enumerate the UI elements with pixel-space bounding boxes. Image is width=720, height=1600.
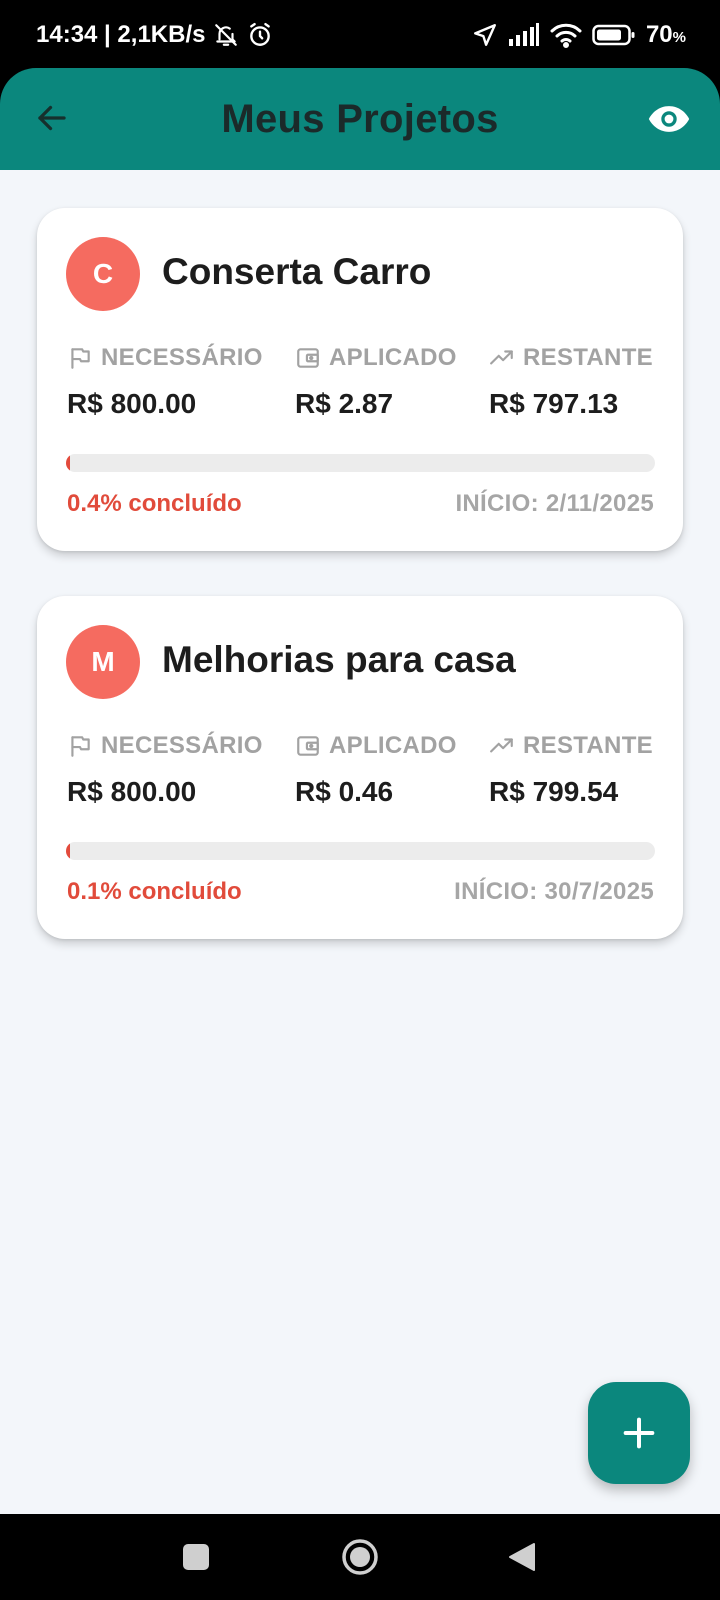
battery-text: 70% — [646, 21, 686, 49]
stat-label: RESTANTE — [523, 732, 653, 759]
battery-icon — [592, 23, 636, 47]
project-card[interactable]: C Conserta Carro NECESSÁRIO R$ 800.00 AP… — [37, 208, 683, 551]
stat-remaining: RESTANTE R$ 799.54 — [489, 732, 653, 808]
status-left: 14:34 | 2,1KB/s — [36, 21, 273, 49]
page-title: Meus Projetos — [221, 96, 499, 141]
remaining-value: R$ 799.54 — [489, 776, 619, 807]
home-button[interactable] — [334, 1514, 386, 1600]
project-name: Melhorias para casa — [162, 639, 516, 680]
stat-label: NECESSÁRIO — [101, 732, 263, 759]
stat-label: NECESSÁRIO — [101, 344, 263, 371]
alarm-icon — [247, 22, 273, 48]
battery-percent: 70 — [645, 21, 673, 48]
progress-fill — [66, 842, 70, 860]
signal-icon — [508, 23, 540, 47]
stat-label: APLICADO — [329, 344, 457, 371]
project-card[interactable]: M Melhorias para casa NECESSÁRIO R$ 800.… — [37, 596, 683, 939]
eye-icon — [648, 106, 690, 132]
status-time-speed: 14:34 | 2,1KB/s — [36, 21, 206, 48]
back-nav-button[interactable] — [496, 1514, 548, 1600]
stat-required: NECESSÁRIO R$ 800.00 — [67, 344, 263, 420]
stat-required-label-row: NECESSÁRIO — [67, 344, 263, 372]
wallet-icon — [297, 736, 319, 756]
add-project-button[interactable] — [588, 1382, 690, 1484]
stat-applied: APLICADO R$ 0.46 — [295, 732, 457, 808]
start-date: INÍCIO: 30/7/2025 — [454, 878, 654, 905]
applied-value: R$ 0.46 — [295, 776, 394, 807]
start-date: INÍCIO: 2/11/2025 — [455, 490, 654, 517]
bell-off-icon — [213, 22, 239, 48]
stat-remaining: RESTANTE R$ 797.13 — [489, 344, 653, 420]
status-right: 70% — [472, 21, 686, 49]
recent-apps-button[interactable] — [170, 1514, 222, 1600]
stat-required-label-row: NECESSÁRIO — [67, 732, 263, 760]
wallet-icon — [297, 348, 319, 368]
trending-up-icon — [490, 350, 513, 365]
system-nav-bar — [0, 1514, 720, 1600]
avatar: C — [66, 237, 140, 311]
circle-icon — [342, 1539, 378, 1575]
location-arrow-icon — [472, 22, 498, 48]
required-value: R$ 800.00 — [67, 776, 197, 807]
progress-bar — [66, 842, 655, 860]
flag-icon — [71, 348, 90, 369]
projects-list: C Conserta Carro NECESSÁRIO R$ 800.00 AP… — [0, 170, 720, 1514]
stat-applied-label-row: APLICADO — [295, 344, 457, 372]
app-bar: Meus Projetos — [0, 68, 720, 170]
square-icon — [183, 1544, 209, 1570]
stat-label: APLICADO — [329, 732, 457, 759]
back-button[interactable] — [30, 96, 74, 140]
progress-bar — [66, 454, 655, 472]
plus-icon — [623, 1417, 655, 1449]
arrow-left-icon — [38, 105, 66, 131]
stat-required: NECESSÁRIO R$ 800.00 — [67, 732, 263, 808]
trending-up-icon — [490, 738, 513, 753]
triangle-back-icon — [509, 1543, 535, 1571]
progress-fill — [66, 454, 70, 472]
screen: 14:34 | 2,1KB/s 70% Meus Projetos C Cons… — [0, 0, 720, 1600]
wifi-icon — [550, 22, 582, 48]
stat-remaining-label-row: RESTANTE — [489, 344, 653, 372]
required-value: R$ 800.00 — [67, 388, 197, 419]
flag-icon — [71, 736, 90, 757]
status-bar: 14:34 | 2,1KB/s 70% — [0, 0, 720, 70]
toggle-visibility-button[interactable] — [646, 96, 692, 142]
progress-text: 0.4% concluído — [67, 490, 242, 517]
project-name: Conserta Carro — [162, 251, 432, 292]
stat-applied-label-row: APLICADO — [295, 732, 457, 760]
avatar: M — [66, 625, 140, 699]
stat-applied: APLICADO R$ 2.87 — [295, 344, 457, 420]
stat-label: RESTANTE — [523, 344, 653, 371]
progress-text: 0.1% concluído — [67, 878, 242, 905]
stat-remaining-label-row: RESTANTE — [489, 732, 653, 760]
battery-unit: % — [672, 29, 686, 46]
applied-value: R$ 2.87 — [295, 388, 394, 419]
remaining-value: R$ 797.13 — [489, 388, 619, 419]
